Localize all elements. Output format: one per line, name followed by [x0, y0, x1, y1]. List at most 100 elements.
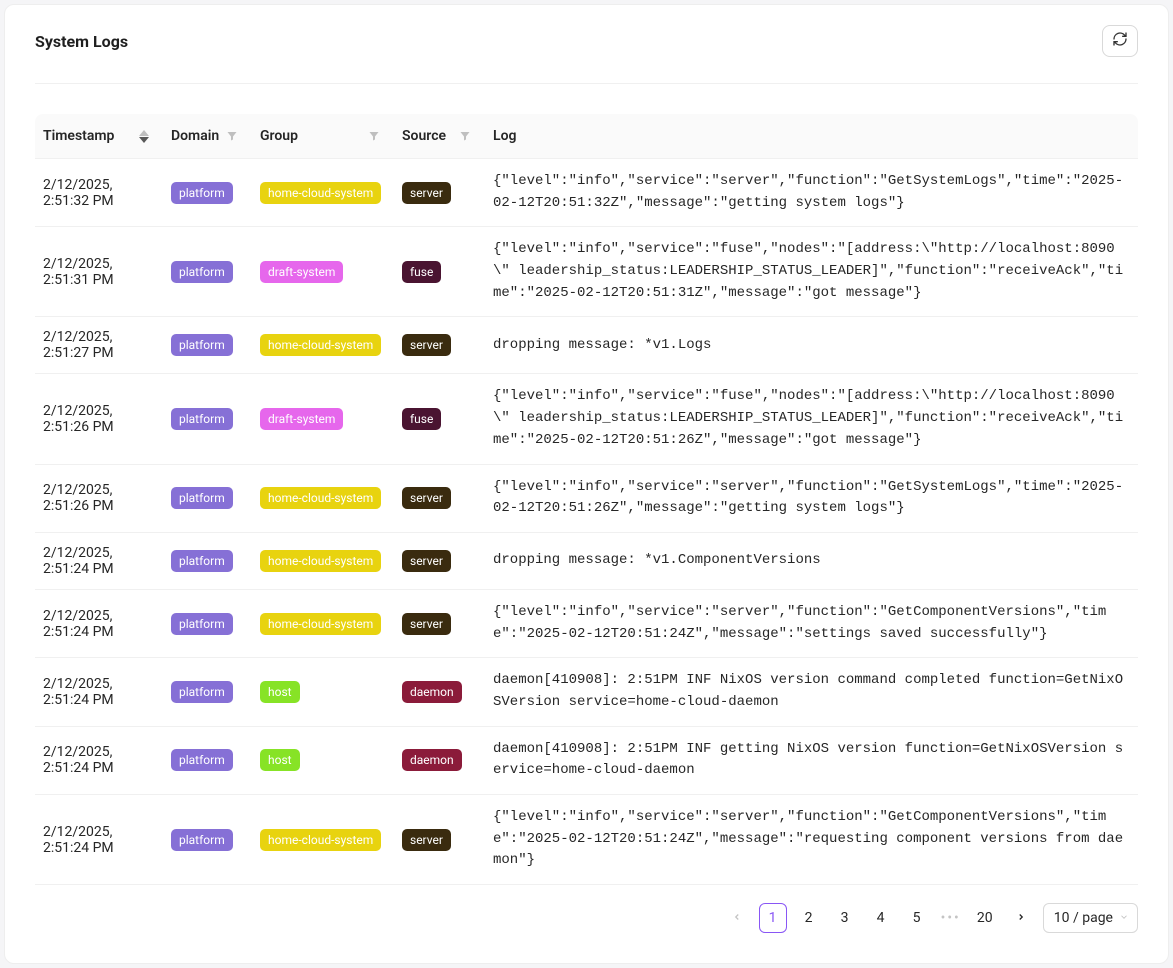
cell-log: dropping message: *v1.ComponentVersions [485, 532, 1138, 589]
page-number-button[interactable]: 3 [831, 903, 859, 933]
group-tag: home-cloud-system [260, 550, 381, 572]
log-text: dropping message: *v1.ComponentVersions [493, 550, 1130, 572]
table-row: 2/12/2025, 2:51:24 PMplatform host daemond… [35, 658, 1138, 726]
cell-domain: platform [163, 227, 252, 317]
page-next-button[interactable] [1007, 903, 1035, 933]
cell-group: home-cloud-system [252, 795, 394, 885]
filter-icon[interactable] [368, 130, 380, 142]
col-header-label: Source [402, 128, 453, 144]
table-header-row: Timestamp Domain [35, 114, 1138, 159]
sort-icon[interactable] [139, 130, 149, 143]
log-text: daemon[410908]: 2:51PM INF getting NixOS… [493, 739, 1130, 782]
group-tag: home-cloud-system [260, 613, 381, 635]
cell-timestamp: 2/12/2025, 2:51:24 PM [35, 532, 163, 589]
log-text: {"level":"info","service":"server","func… [493, 171, 1130, 214]
cell-domain: platform [163, 159, 252, 227]
cell-group: home-cloud-system [252, 159, 394, 227]
cell-log: daemon[410908]: 2:51PM INF NixOS version… [485, 658, 1138, 726]
page-prev-button[interactable] [723, 903, 751, 933]
cell-timestamp: 2/12/2025, 2:51:24 PM [35, 726, 163, 794]
log-text: {"level":"info","service":"fuse","nodes"… [493, 239, 1130, 304]
group-tag: home-cloud-system [260, 182, 381, 204]
cell-timestamp: 2/12/2025, 2:51:24 PM [35, 658, 163, 726]
page-number-button[interactable]: 4 [867, 903, 895, 933]
cell-domain: platform [163, 317, 252, 374]
col-header-label: Domain [171, 128, 220, 144]
source-tag: server [402, 487, 451, 509]
cell-domain: platform [163, 532, 252, 589]
domain-tag: platform [171, 829, 233, 851]
cell-group: host [252, 726, 394, 794]
chevron-down-icon [1119, 910, 1129, 926]
chevron-right-icon [1016, 910, 1026, 926]
cell-source: server [394, 589, 485, 657]
page-last-button[interactable]: 20 [971, 903, 999, 933]
page-ellipsis[interactable]: ••• [939, 910, 963, 926]
logs-table: Timestamp Domain [35, 114, 1138, 885]
col-header-log: Log [485, 114, 1138, 159]
cell-group: home-cloud-system [252, 589, 394, 657]
cell-group: home-cloud-system [252, 317, 394, 374]
cell-domain: platform [163, 589, 252, 657]
col-header-label: Timestamp [43, 128, 133, 144]
card-header: System Logs [35, 5, 1138, 84]
col-header-timestamp[interactable]: Timestamp [35, 114, 163, 159]
group-tag: host [260, 681, 300, 703]
source-tag: server [402, 613, 451, 635]
log-text: {"level":"info","service":"server","func… [493, 602, 1130, 645]
cell-timestamp: 2/12/2025, 2:51:24 PM [35, 795, 163, 885]
log-text: dropping message: *v1.Logs [493, 335, 1130, 357]
col-header-group[interactable]: Group [252, 114, 394, 159]
cell-log: {"level":"info","service":"server","func… [485, 464, 1138, 532]
cell-group: draft-system [252, 227, 394, 317]
filter-icon[interactable] [226, 130, 238, 142]
col-header-source[interactable]: Source [394, 114, 485, 159]
cell-log: {"level":"info","service":"fuse","nodes"… [485, 374, 1138, 464]
source-tag: fuse [402, 261, 441, 283]
cell-source: server [394, 464, 485, 532]
page-number-button[interactable]: 1 [759, 903, 787, 933]
source-tag: server [402, 182, 451, 204]
cell-source: server [394, 159, 485, 227]
table-row: 2/12/2025, 2:51:24 PMplatformhome-cloud-… [35, 589, 1138, 657]
chevron-left-icon [732, 910, 742, 926]
filter-icon[interactable] [459, 130, 471, 142]
source-tag: server [402, 829, 451, 851]
cell-source: daemon [394, 726, 485, 794]
group-tag: draft-system [260, 261, 343, 283]
cell-domain: platform [163, 464, 252, 532]
cell-timestamp: 2/12/2025, 2:51:32 PM [35, 159, 163, 227]
page-size-label: 10 / page [1054, 910, 1113, 926]
cell-timestamp: 2/12/2025, 2:51:26 PM [35, 374, 163, 464]
refresh-button[interactable] [1102, 25, 1138, 57]
cell-log: daemon[410908]: 2:51PM INF getting NixOS… [485, 726, 1138, 794]
group-tag: home-cloud-system [260, 487, 381, 509]
cell-source: daemon [394, 658, 485, 726]
page-number-button[interactable]: 2 [795, 903, 823, 933]
cell-domain: platform [163, 658, 252, 726]
cell-group: home-cloud-system [252, 532, 394, 589]
col-header-domain[interactable]: Domain [163, 114, 252, 159]
page-number-button[interactable]: 5 [903, 903, 931, 933]
pagination: 12345 ••• 20 10 / page [35, 903, 1138, 933]
system-logs-card: System Logs Timestamp [4, 4, 1169, 964]
cell-source: fuse [394, 227, 485, 317]
table-row: 2/12/2025, 2:51:32 PM platform home-cloud-… [35, 159, 1138, 227]
cell-source: server [394, 795, 485, 885]
group-tag: home-cloud-system [260, 829, 381, 851]
cell-log: {"level":"info","service":"fuse","nodes"… [485, 227, 1138, 317]
source-tag: fuse [402, 408, 441, 430]
group-tag: draft-system [260, 408, 343, 430]
cell-timestamp: 2/12/2025, 2:51:26 PM [35, 464, 163, 532]
cell-timestamp: 2/12/2025, 2:51:31 PM [35, 227, 163, 317]
table-row: 2/12/2025, 2:51:24 PM platform home-cloud-… [35, 795, 1138, 885]
source-tag: daemon [402, 749, 462, 771]
page-size-select[interactable]: 10 / page [1043, 903, 1138, 933]
table-row: 2/12/2025, 2:51:24 PM platform home-cloud-… [35, 532, 1138, 589]
table-row: 2/12/2025, 2:51:31 PMplatform draft-syste… [35, 227, 1138, 317]
log-text: {"level":"info","service":"server","func… [493, 477, 1130, 520]
domain-tag: platform [171, 550, 233, 572]
domain-tag: platform [171, 182, 233, 204]
log-text: daemon[410908]: 2:51PM INF NixOS version… [493, 670, 1130, 713]
domain-tag: platform [171, 408, 233, 430]
